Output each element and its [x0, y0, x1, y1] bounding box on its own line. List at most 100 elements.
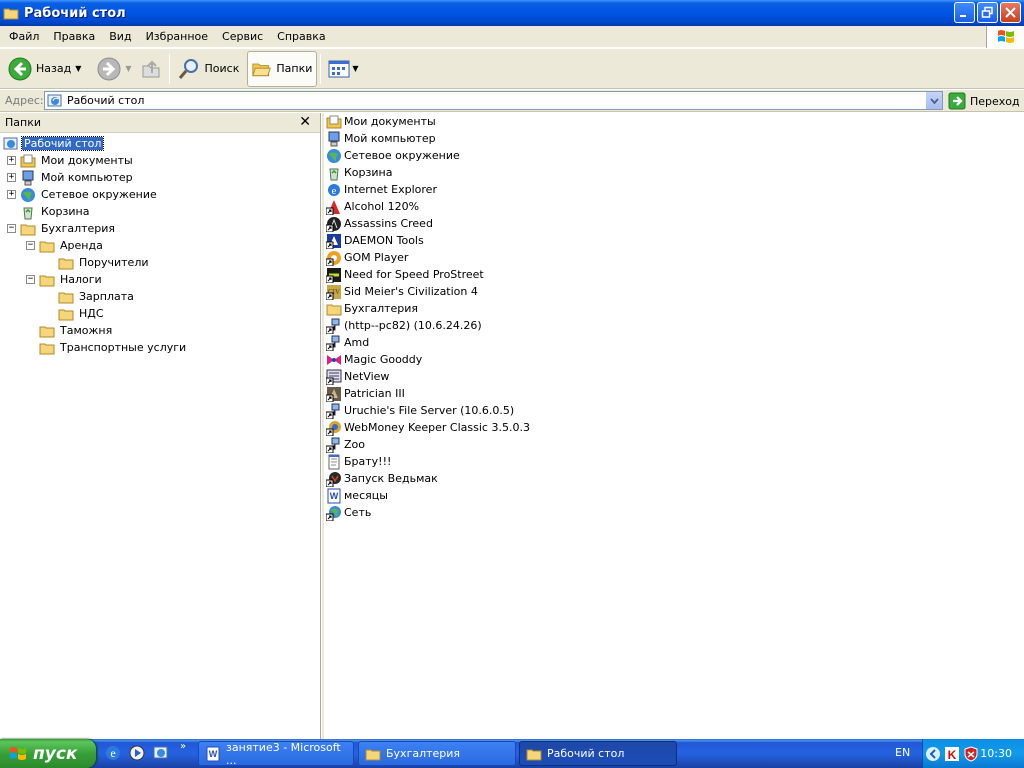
- tree-item-taxes[interactable]: − Налоги: [26, 271, 104, 288]
- tree-item-rent[interactable]: − Аренда: [26, 237, 105, 254]
- forward-dropdown-icon[interactable]: ▼: [125, 64, 131, 73]
- folder-icon: [3, 8, 19, 20]
- gom-player-icon: [326, 250, 341, 266]
- maximize-button[interactable]: [977, 2, 998, 23]
- security-shield-icon[interactable]: [963, 745, 979, 762]
- start-label: пуск: [33, 743, 78, 764]
- item-label: Мои документы: [344, 115, 436, 128]
- close-pane-icon[interactable]: ✕: [299, 115, 311, 129]
- list-item[interactable]: Wмесяцы: [326, 487, 388, 504]
- expand-icon[interactable]: +: [7, 190, 16, 199]
- show-desktop-icon[interactable]: [152, 744, 170, 762]
- taskbar-button-accounting[interactable]: Бухгалтерия: [358, 741, 516, 766]
- list-item[interactable]: Need for Speed ProStreet: [326, 266, 484, 283]
- item-label: Uruchie's File Server (10.6.0.5): [344, 404, 515, 417]
- collapse-icon[interactable]: −: [7, 224, 16, 233]
- tree-item-transport[interactable]: Транспортные услуги: [39, 339, 188, 356]
- minimize-button[interactable]: [954, 2, 975, 23]
- back-arrow-icon: [8, 57, 32, 80]
- item-label: месяцы: [344, 489, 388, 502]
- menu-help[interactable]: Справка: [270, 27, 332, 47]
- forward-button[interactable]: ▼: [93, 51, 135, 87]
- list-item[interactable]: Zoo: [326, 436, 365, 453]
- close-button[interactable]: [1000, 2, 1021, 23]
- tree-item-desktop[interactable]: Рабочий стол: [3, 135, 105, 152]
- menu-file[interactable]: Файл: [0, 27, 46, 47]
- go-button[interactable]: Переход: [948, 92, 1020, 110]
- tray-expand-icon[interactable]: [925, 746, 941, 762]
- tree-item-my-computer[interactable]: + Мой компьютер: [7, 169, 135, 186]
- views-button[interactable]: ▼: [324, 51, 362, 87]
- folder-icon: [526, 749, 542, 760]
- list-item[interactable]: Запуск Ведьмак: [326, 470, 438, 487]
- list-item[interactable]: WebMoney Keeper Classic 3.5.0.3: [326, 419, 530, 436]
- list-item[interactable]: Брату!!!: [326, 453, 391, 470]
- list-item[interactable]: Patrician III: [326, 385, 405, 402]
- list-item[interactable]: Мои документы: [326, 113, 436, 130]
- menu-view[interactable]: Вид: [102, 27, 138, 47]
- tree-label: Мои документы: [41, 154, 133, 167]
- expand-icon[interactable]: +: [7, 173, 16, 182]
- folder-icon: [326, 304, 342, 315]
- list-item[interactable]: (http--pc82) (10.6.24.26): [326, 317, 482, 334]
- collapse-icon[interactable]: −: [26, 275, 35, 284]
- list-item[interactable]: Бухгалтерия: [326, 300, 418, 317]
- internet-explorer-icon[interactable]: e: [104, 744, 122, 762]
- list-item[interactable]: NetView: [326, 368, 389, 385]
- list-item[interactable]: Assassins Creed: [326, 215, 433, 232]
- chevron-right-icon[interactable]: »: [180, 741, 186, 752]
- list-item[interactable]: Сеть: [326, 504, 371, 521]
- search-button[interactable]: Поиск: [173, 51, 244, 87]
- go-label: Переход: [970, 94, 1020, 108]
- menu-tools[interactable]: Сервис: [215, 27, 270, 47]
- tree-item-network[interactable]: + Сетевое окружение: [7, 186, 159, 203]
- item-label: (http--pc82) (10.6.24.26): [344, 319, 482, 332]
- tree-item-my-documents[interactable]: + Мои документы: [7, 152, 135, 169]
- language-indicator[interactable]: EN: [895, 746, 910, 759]
- item-label: Internet Explorer: [344, 183, 437, 196]
- collapse-icon[interactable]: −: [26, 241, 35, 250]
- back-dropdown-icon[interactable]: ▼: [75, 64, 81, 73]
- tree-item-accounting[interactable]: − Бухгалтерия: [7, 220, 117, 237]
- taskbar-button-word[interactable]: W занятие3 - Microsoft ...: [198, 741, 354, 767]
- tree-item-guarantors[interactable]: Поручители: [58, 254, 151, 271]
- tree-item-vat[interactable]: НДС: [58, 305, 106, 322]
- up-button[interactable]: [136, 51, 166, 87]
- views-dropdown-icon[interactable]: ▼: [352, 64, 358, 73]
- toolbar: Назад ▼ ▼ Поиск Папки ▼: [0, 49, 1024, 89]
- list-item[interactable]: DAEMON Tools: [326, 232, 424, 249]
- back-button[interactable]: Назад ▼: [4, 51, 85, 87]
- list-item[interactable]: GOM Player: [326, 249, 408, 266]
- desktop-icon: [47, 94, 62, 106]
- window-title: Рабочий стол: [24, 5, 126, 21]
- clock[interactable]: 10:30: [980, 747, 1012, 760]
- list-item[interactable]: e Internet Explorer: [326, 181, 437, 198]
- folders-button[interactable]: Папки: [247, 50, 318, 87]
- menu-favorites[interactable]: Избранное: [139, 27, 215, 47]
- tree-item-customs[interactable]: Таможня: [39, 322, 114, 339]
- tree-label: Бухгалтерия: [41, 222, 116, 235]
- start-button[interactable]: пуск: [0, 739, 96, 768]
- kaspersky-icon[interactable]: K: [944, 746, 960, 762]
- list-item[interactable]: Сетевое окружение: [326, 147, 460, 164]
- list-item[interactable]: Amd: [326, 334, 369, 351]
- menu-edit[interactable]: Правка: [46, 27, 102, 47]
- tree-label: Поручители: [79, 256, 149, 269]
- tree-item-salary[interactable]: Зарплата: [58, 288, 136, 305]
- item-label: Zoo: [344, 438, 365, 451]
- tree-item-recycle-bin[interactable]: Корзина: [20, 203, 91, 220]
- list-item[interactable]: CIV Sid Meier's Civilization 4: [326, 283, 478, 300]
- list-item[interactable]: Uruchie's File Server (10.6.0.5): [326, 402, 514, 419]
- title-bar[interactable]: Рабочий стол: [0, 0, 1024, 26]
- address-input[interactable]: Рабочий стол: [44, 91, 943, 110]
- address-dropdown-button[interactable]: [925, 92, 942, 109]
- list-item[interactable]: Magic Gooddy: [326, 351, 422, 368]
- list-item[interactable]: Мой компьютер: [326, 130, 436, 147]
- expand-icon[interactable]: +: [7, 156, 16, 165]
- taskbar-button-desktop[interactable]: Рабочий стол: [519, 741, 677, 766]
- media-player-icon[interactable]: [128, 744, 146, 762]
- list-item[interactable]: Alcohol 120%: [326, 198, 419, 215]
- network-shortcut-icon: [326, 318, 340, 334]
- list-item[interactable]: Корзина: [326, 164, 392, 181]
- folder-up-icon: [142, 60, 160, 77]
